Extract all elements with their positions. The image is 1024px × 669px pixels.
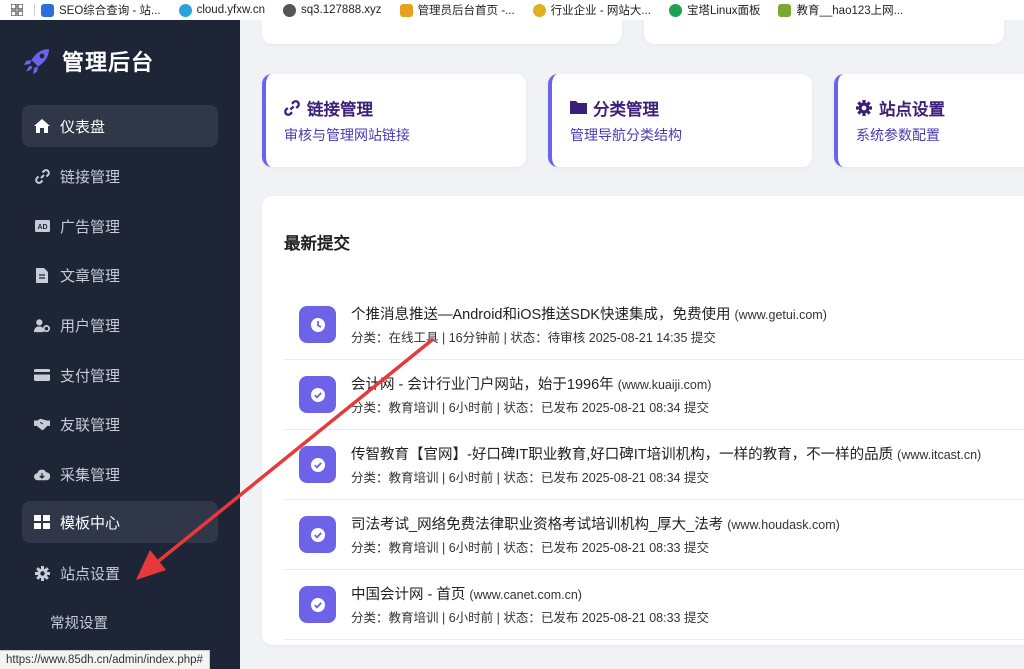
- brand[interactable]: 管理后台: [0, 20, 240, 102]
- sidebar: 管理后台 仪表盘 链接管理 AD 广告管理 文章管理 用户管理 支付管理 友联管…: [0, 20, 240, 669]
- check-circle-icon: [299, 376, 336, 413]
- bookmark-cloud[interactable]: cloud.yfxw.cn: [173, 3, 277, 17]
- handshake-icon: [34, 416, 50, 432]
- sidebar-item-links[interactable]: 链接管理: [22, 155, 218, 197]
- brand-title: 管理后台: [62, 50, 155, 75]
- recent-submissions-panel: 最新提交 个推消息推送—Android和iOS推送SDK快速集成，免费使用 (w…: [262, 196, 1024, 645]
- sidebar-item-collect[interactable]: 采集管理: [22, 453, 218, 495]
- list-item[interactable]: 中国会计网 - 首页 (www.canet.com.cn) 分类：教育培训 | …: [284, 570, 1024, 640]
- main-content: 链接管理 审核与管理网站链接 分类管理 管理导航分类结构 站点设置 系统参数配置…: [240, 20, 1024, 669]
- bookmark-hao123[interactable]: 教育__hao123上网...: [772, 2, 915, 18]
- stat-card: [262, 20, 622, 44]
- sidebar-item-label: 模板中心: [60, 514, 121, 532]
- panel-title: 最新提交: [284, 235, 350, 253]
- submission-meta: 分类：在线工具 | 16分钟前 | 状态：待审核 2025-08-21 14:3…: [351, 331, 716, 345]
- submission-meta: 分类：教育培训 | 6小时前 | 状态：已发布 2025-08-21 08:34…: [351, 401, 709, 415]
- cloud-download-icon: [34, 466, 50, 482]
- submission-title[interactable]: 传智教育【官网】-好口碑IT职业教育,好口碑IT培训机构，一样的教育，不一样的品…: [351, 443, 981, 464]
- sidebar-item-label: 友联管理: [60, 416, 121, 434]
- ad-icon: AD: [34, 218, 50, 234]
- bookmark-favicon-icon: [668, 3, 682, 17]
- bookmark-seo[interactable]: SEO综合查询 - 站...: [35, 2, 173, 18]
- bookmark-sq3[interactable]: sq3.127888.xyz: [277, 3, 394, 17]
- list-item[interactable]: 传智教育【官网】-好口碑IT职业教育,好口碑IT培训机构，一样的教育，不一样的品…: [284, 430, 1024, 500]
- sidebar-item-ads[interactable]: AD 广告管理: [22, 205, 218, 247]
- quick-card-title: 分类管理: [570, 96, 812, 120]
- list-item[interactable]: 司法考试_网络免费法律职业资格考试培训机构_厚大_法考 (www.houdask…: [284, 500, 1024, 570]
- bookmark-favicon-icon: [178, 3, 192, 17]
- rocket-icon: [22, 46, 52, 76]
- folder-icon: [570, 100, 587, 117]
- check-circle-icon: [299, 446, 336, 483]
- status-url: https://www.85dh.cn/admin/index.php#: [0, 650, 210, 669]
- sidebar-item-friend-links[interactable]: 友联管理: [22, 403, 218, 445]
- submission-title[interactable]: 会计网 - 会计行业门户网站，始于1996年 (www.kuaiji.com): [351, 373, 711, 394]
- sidebar-item-payments[interactable]: 支付管理: [22, 354, 218, 396]
- submission-title[interactable]: 司法考试_网络免费法律职业资格考试培训机构_厚大_法考 (www.houdask…: [351, 513, 840, 534]
- submission-meta: 分类：教育培训 | 6小时前 | 状态：已发布 2025-08-21 08:33…: [351, 611, 709, 625]
- list-item[interactable]: 会计网 - 会计行业门户网站，始于1996年 (www.kuaiji.com) …: [284, 360, 1024, 430]
- bookmark-favicon-icon: [532, 3, 546, 17]
- submission-meta: 分类：教育培训 | 6小时前 | 状态：已发布 2025-08-21 08:34…: [351, 471, 709, 485]
- check-circle-icon: [299, 586, 336, 623]
- bookmark-baota[interactable]: 宝塔Linux面板: [663, 2, 773, 18]
- grid-icon: [34, 514, 50, 530]
- bookmarks-bar: SEO综合查询 - 站... cloud.yfxw.cn sq3.127888.…: [0, 0, 1024, 20]
- submission-title[interactable]: 个推消息推送—Android和iOS推送SDK快速集成，免费使用 (www.ge…: [351, 303, 827, 324]
- bookmark-favicon-icon: [399, 3, 413, 17]
- sidebar-item-articles[interactable]: 文章管理: [22, 254, 218, 296]
- svg-text:AD: AD: [37, 224, 47, 231]
- sidebar-item-users[interactable]: 用户管理: [22, 304, 218, 346]
- submission-meta: 分类：教育培训 | 6小时前 | 状态：已发布 2025-08-21 08:33…: [351, 541, 709, 555]
- stat-card: [644, 20, 1004, 44]
- list-item[interactable]: 个推消息推送—Android和iOS推送SDK快速集成，免费使用 (www.ge…: [284, 290, 1024, 360]
- sidebar-item-label: 广告管理: [60, 218, 121, 236]
- gear-icon: [34, 565, 50, 581]
- sidebar-item-site-settings[interactable]: 站点设置: [22, 552, 218, 594]
- globe-icon: [283, 3, 296, 17]
- quick-card-categories[interactable]: 分类管理 管理导航分类结构: [548, 74, 812, 167]
- link-icon: [284, 99, 301, 117]
- sidebar-item-label: 采集管理: [60, 466, 121, 484]
- link-icon: [34, 168, 50, 184]
- sidebar-item-label: 链接管理: [60, 168, 121, 186]
- quick-card-subtitle: 系统参数配置: [856, 127, 940, 143]
- file-icon: [34, 267, 50, 283]
- sidebar-item-label: 仪表盘: [60, 118, 106, 136]
- sidebar-item-label: 文章管理: [60, 267, 121, 285]
- bookmark-favicon-icon: [41, 3, 54, 17]
- sidebar-item-label: 站点设置: [60, 565, 121, 583]
- gear-icon: [856, 99, 873, 117]
- sidebar-item-dashboard[interactable]: 仪表盘: [22, 105, 218, 147]
- quick-card-title: 链接管理: [284, 96, 526, 120]
- quick-card-site-settings[interactable]: 站点设置 系统参数配置: [834, 74, 1024, 167]
- quick-card-subtitle: 审核与管理网站链接: [284, 127, 410, 143]
- sidebar-subitem-general-settings[interactable]: 常规设置: [50, 612, 108, 633]
- quick-card-title: 站点设置: [856, 96, 1024, 120]
- sidebar-item-label: 支付管理: [60, 367, 121, 385]
- quick-card-subtitle: 管理导航分类结构: [570, 127, 682, 143]
- credit-card-icon: [34, 367, 50, 383]
- bookmark-admin-home[interactable]: 管理员后台首页 -...: [394, 2, 527, 18]
- bookmark-industry[interactable]: 行业企业 - 网站大...: [527, 2, 663, 18]
- sidebar-item-label: 用户管理: [60, 317, 121, 335]
- quick-card-links[interactable]: 链接管理 审核与管理网站链接: [262, 74, 526, 167]
- home-icon: [34, 118, 50, 134]
- bookmark-favicon-icon: [778, 3, 792, 17]
- sidebar-item-templates[interactable]: 模板中心: [22, 501, 218, 543]
- submission-title[interactable]: 中国会计网 - 首页 (www.canet.com.cn): [351, 583, 582, 604]
- apps-grid-icon[interactable]: [0, 4, 34, 16]
- user-gear-icon: [34, 317, 50, 333]
- clock-icon: [299, 306, 336, 343]
- check-circle-icon: [299, 516, 336, 553]
